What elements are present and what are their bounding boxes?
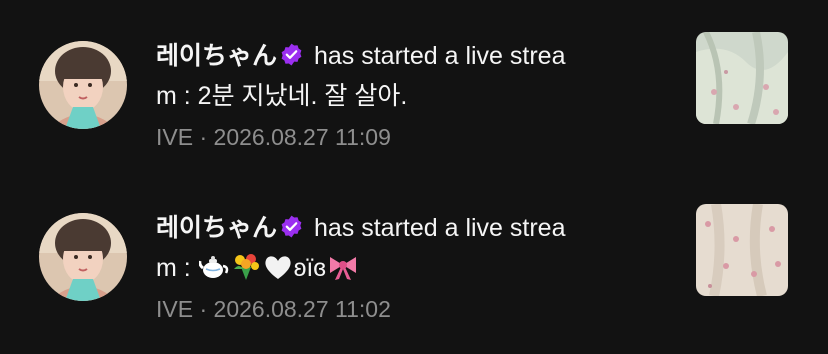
avatar[interactable] [39, 41, 127, 129]
meta-separator: · [199, 296, 208, 322]
notification-message: 레이ちゃん has started a live strea m : ʚïɞ [156, 208, 656, 288]
notification-text: 레이ちゃん has started a live strea m : ʚïɞ I… [156, 208, 656, 324]
notification-action: has started a live strea [313, 214, 566, 242]
notification-item[interactable]: 레이ちゃん has started a live strea m : ʚïɞ I… [0, 196, 828, 346]
username[interactable]: 레이ちゃん [156, 214, 277, 242]
verified-badge-icon [281, 43, 302, 66]
white-heart-emoji-icon [265, 256, 291, 279]
teapot-emoji-icon [198, 256, 228, 278]
notification-message-line2: m : 2분 지났네. 잘 살아. [156, 82, 408, 110]
notification-message: 레이ちゃん has started a live strea m : 2분 지났… [156, 36, 656, 116]
notification-item[interactable]: 레이ちゃん has started a live strea m : 2분 지났… [0, 24, 828, 174]
notification-text: 레이ちゃん has started a live strea m : 2분 지났… [156, 36, 656, 152]
timestamp: 2026.08.27 11:09 [213, 124, 391, 150]
notification-message-prefix: m : [156, 254, 198, 282]
artist-name: IVE [156, 124, 194, 150]
bouquet-emoji-icon [233, 254, 259, 280]
timestamp: 2026.08.27 11:02 [213, 296, 391, 322]
ribbon-emoji-icon [329, 257, 356, 280]
username[interactable]: 레이ちゃん [156, 42, 277, 70]
notification-meta: IVE · 2026.08.27 11:02 [156, 294, 656, 324]
live-thumbnail[interactable] [696, 204, 788, 296]
artist-name: IVE [156, 296, 194, 322]
notification-action: has started a live strea [313, 42, 566, 70]
live-thumbnail[interactable] [696, 32, 788, 124]
notification-feed: 레이ちゃん has started a live strea m : 2분 지났… [0, 0, 828, 354]
avatar[interactable] [39, 213, 127, 301]
meta-separator: · [199, 124, 208, 150]
notification-message-text: ʚïɞ [293, 254, 326, 282]
verified-badge-icon [281, 215, 302, 238]
notification-meta: IVE · 2026.08.27 11:09 [156, 122, 656, 152]
